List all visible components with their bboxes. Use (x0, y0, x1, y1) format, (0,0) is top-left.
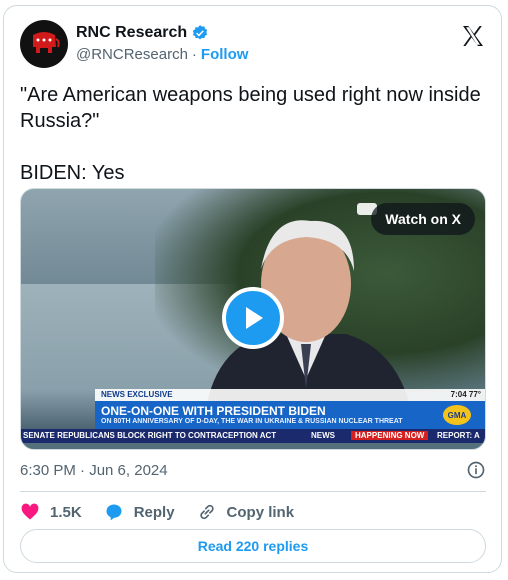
tweet-line-answer: BIDEN: Yes (20, 162, 125, 184)
news-clock: 7:04 77° (450, 390, 481, 399)
news-headline: ONE-ON-ONE WITH PRESIDENT BIDEN (101, 404, 326, 418)
gma-logo-icon: GMA (443, 405, 471, 425)
verified-badge-icon (193, 25, 208, 40)
ticker-item-3: HAPPENING NOW (351, 431, 429, 440)
play-icon (246, 307, 263, 329)
copy-link-button[interactable]: Copy link (197, 502, 295, 522)
tweet-card: RNC Research @RNCResearch · Follow "Are … (3, 5, 502, 573)
news-subheadline: ON 80TH ANNIVERSARY OF D-DAY, THE WAR IN… (101, 418, 403, 425)
x-logo-icon[interactable] (461, 24, 485, 48)
tweet-timestamp[interactable]: 6:30 PM · Jun 6, 2024 (20, 462, 168, 479)
reply-button[interactable]: Reply (104, 502, 175, 522)
news-thumbnail (21, 389, 95, 429)
like-count: 1.5K (50, 503, 82, 521)
handle-separator: · (191, 46, 197, 63)
video-player[interactable]: Watch on X NEWS EXCLUSIVE 7:04 77° ONE-O… (20, 188, 486, 450)
news-ticker: SENATE REPUBLICANS BLOCK RIGHT TO CONTRA… (21, 429, 485, 443)
news-lower-third: NEWS EXCLUSIVE 7:04 77° ONE-ON-ONE WITH … (21, 389, 485, 449)
info-icon[interactable] (466, 460, 486, 480)
reply-bubble-icon (106, 504, 122, 521)
elephant-logo-icon (33, 32, 60, 53)
reply-label: Reply (133, 503, 175, 521)
ticker-item-2: NEWS (311, 431, 335, 440)
follow-button[interactable]: Follow (201, 46, 249, 63)
like-button[interactable]: 1.5K (20, 502, 82, 522)
author-handle[interactable]: @RNCResearch (76, 46, 188, 63)
heart-icon (21, 503, 39, 520)
tweet-text: "Are American weapons being used right n… (20, 82, 486, 186)
read-replies-button[interactable]: Read 220 replies (20, 529, 486, 563)
tweet-line-question: "Are American weapons being used right n… (20, 84, 487, 132)
news-exclusive-label: NEWS EXCLUSIVE (101, 390, 173, 399)
ticker-item-1: SENATE REPUBLICANS BLOCK RIGHT TO CONTRA… (23, 431, 277, 440)
play-button[interactable] (222, 287, 284, 349)
ticker-item-4: REPORT: A (437, 431, 480, 440)
link-icon (199, 504, 214, 520)
copy-link-label: Copy link (226, 503, 295, 521)
author-display-name[interactable]: RNC Research (76, 24, 187, 42)
watch-on-x-button[interactable]: Watch on X (371, 203, 475, 235)
divider (20, 491, 486, 492)
author-avatar[interactable] (20, 20, 68, 68)
